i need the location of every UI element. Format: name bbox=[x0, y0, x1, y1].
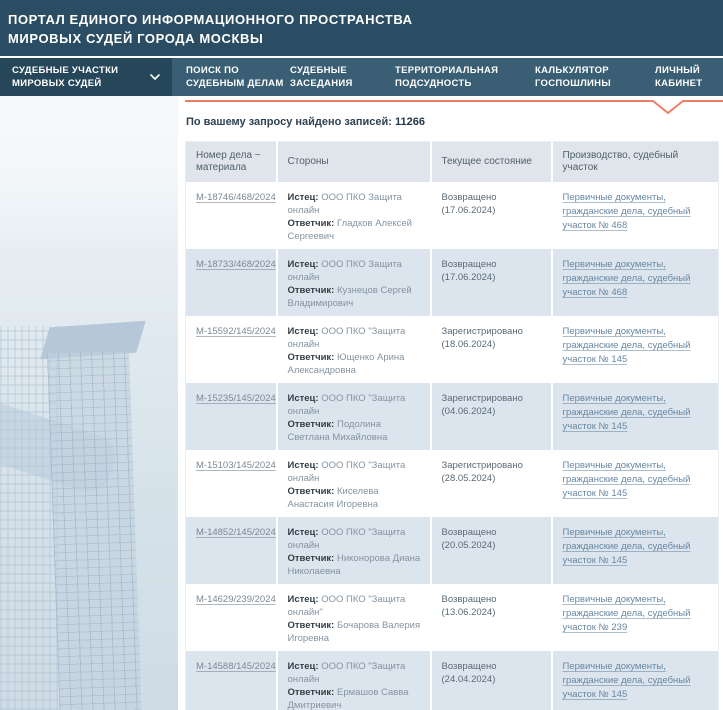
nav-item-label: СУДЕБНЫЕ ЗАСЕДАНИЯ bbox=[290, 64, 362, 90]
plaintiff-label: Истец: bbox=[288, 326, 319, 337]
plaintiff-label: Истец: bbox=[288, 460, 319, 471]
case-number-link[interactable]: М-15103/145/2024 bbox=[196, 460, 276, 471]
defendant-label: Ответчик: bbox=[288, 419, 335, 430]
defendant-label: Ответчик: bbox=[288, 620, 335, 631]
haze-overlay bbox=[0, 96, 178, 246]
nav-item-label: КАЛЬКУЛЯТОР ГОСПОШЛИНЫ bbox=[535, 64, 617, 90]
nav-item-label: ПОИСК ПО СУДЕБНЫМ ДЕЛАМ bbox=[186, 64, 286, 90]
defendant-label: Ответчик: bbox=[288, 553, 335, 564]
case-number-link[interactable]: М-14629/239/2024 bbox=[196, 594, 276, 605]
column-header-status: Текущее состояние bbox=[431, 142, 552, 182]
case-status: Возвращено (17.06.2024) bbox=[442, 259, 497, 283]
production-link[interactable]: Первичные документы, гражданские дела, с… bbox=[563, 392, 711, 434]
defendant-label: Ответчик: bbox=[288, 687, 335, 698]
table-row: М-14629/239/2024Истец: ООО ПКО "Защита о… bbox=[186, 584, 719, 651]
table-row: М-18733/468/2024Истец: ООО ПКО Защита он… bbox=[186, 249, 719, 316]
plaintiff-label: Истец: bbox=[288, 594, 319, 605]
table-row: М-18746/468/2024Истец: ООО ПКО Защита он… bbox=[186, 182, 719, 249]
case-status: Зарегистрировано (28.05.2024) bbox=[442, 460, 523, 484]
site-title-line1: ПОРТАЛ ЕДИНОГО ИНФОРМАЦИОННОГО ПРОСТРАНС… bbox=[8, 10, 713, 29]
case-status: Возвращено (24.04.2024) bbox=[442, 661, 497, 685]
column-header-parties: Стороны bbox=[277, 142, 431, 182]
case-number-link[interactable]: М-14852/145/2024 bbox=[196, 527, 276, 538]
case-status: Зарегистрировано (18.06.2024) bbox=[442, 326, 523, 350]
plaintiff-label: Истец: bbox=[288, 527, 319, 538]
defendant-label: Ответчик: bbox=[288, 486, 335, 497]
plaintiff-label: Истец: bbox=[288, 259, 319, 270]
nav-active-underline bbox=[185, 99, 723, 115]
skyscraper-shape bbox=[47, 351, 143, 710]
cases-table: Номер дела ~ материала Стороны Текущее с… bbox=[185, 141, 719, 710]
table-row: М-15592/145/2024Истец: ООО ПКО "Защита о… bbox=[186, 316, 719, 383]
case-number-link[interactable]: М-18733/468/2024 bbox=[196, 259, 276, 270]
nav-item-label: СУДЕБНЫЕ УЧАСТКИ МИРОВЫХ СУДЕЙ bbox=[12, 64, 124, 90]
production-link[interactable]: Первичные документы, гражданские дела, с… bbox=[563, 526, 711, 568]
defendant-label: Ответчик: bbox=[288, 218, 335, 229]
results-count-label: По вашему запросу найдено записей: bbox=[186, 116, 392, 128]
nav-item-territorialnaya-podsudnost[interactable]: ТЕРРИТОРИАЛЬНАЯ ПОДСУДНОСТЬ bbox=[395, 58, 495, 96]
cases-table-body: М-18746/468/2024Истец: ООО ПКО Защита он… bbox=[186, 182, 719, 710]
defendant-label: Ответчик: bbox=[288, 285, 335, 296]
column-header-production: Производство, судебный участок bbox=[552, 142, 719, 182]
site-header: ПОРТАЛ ЕДИНОГО ИНФОРМАЦИОННОГО ПРОСТРАНС… bbox=[0, 0, 723, 58]
table-row: М-15235/145/2024Истец: ООО ПКО "Защита о… bbox=[186, 383, 719, 450]
main-nav: СУДЕБНЫЕ УЧАСТКИ МИРОВЫХ СУДЕЙ ПОИСК ПО … bbox=[0, 58, 723, 96]
results-count-value: 11266 bbox=[395, 116, 425, 128]
production-link[interactable]: Первичные документы, гражданские дела, с… bbox=[563, 459, 711, 501]
production-link[interactable]: Первичные документы, гражданские дела, с… bbox=[563, 660, 711, 702]
nav-item-sudebnye-uchastki[interactable]: СУДЕБНЫЕ УЧАСТКИ МИРОВЫХ СУДЕЙ bbox=[0, 58, 172, 96]
case-status: Зарегистрировано (04.06.2024) bbox=[442, 393, 523, 417]
table-row: М-14588/145/2024Истец: ООО ПКО "Защита о… bbox=[186, 651, 719, 710]
production-link[interactable]: Первичные документы, гражданские дела, с… bbox=[563, 325, 711, 367]
page: ПОРТАЛ ЕДИНОГО ИНФОРМАЦИОННОГО ПРОСТРАНС… bbox=[0, 0, 723, 710]
nav-item-sudebnye-zasedaniya[interactable]: СУДЕБНЫЕ ЗАСЕДАНИЯ bbox=[290, 58, 362, 96]
table-row: М-14852/145/2024Истец: ООО ПКО "Защита о… bbox=[186, 517, 719, 584]
site-title-line2: МИРОВЫХ СУДЕЙ ГОРОДА МОСКВЫ bbox=[8, 29, 713, 48]
cases-table-head: Номер дела ~ материала Стороны Текущее с… bbox=[186, 142, 719, 182]
case-number-link[interactable]: М-15235/145/2024 bbox=[196, 393, 276, 404]
results-count: По вашему запросу найдено записей: 11266 bbox=[186, 116, 425, 128]
nav-item-kalkulyator-gosposhliny[interactable]: КАЛЬКУЛЯТОР ГОСПОШЛИНЫ bbox=[535, 58, 617, 96]
production-link[interactable]: Первичные документы, гражданские дела, с… bbox=[563, 258, 711, 300]
city-background-photo bbox=[0, 96, 178, 710]
column-header-case-number: Номер дела ~ материала bbox=[186, 142, 277, 182]
nav-item-lichnyj-kabinet[interactable]: ЛИЧНЫЙ КАБИНЕТ bbox=[655, 58, 711, 96]
plaintiff-label: Истец: bbox=[288, 393, 319, 404]
case-status: Возвращено (20.05.2024) bbox=[442, 527, 497, 551]
production-link[interactable]: Первичные документы, гражданские дела, с… bbox=[563, 191, 711, 233]
plaintiff-label: Истец: bbox=[288, 192, 319, 203]
nav-item-poisk-po-delam[interactable]: ПОИСК ПО СУДЕБНЫМ ДЕЛАМ bbox=[186, 58, 286, 96]
production-link[interactable]: Первичные документы, гражданские дела, с… bbox=[563, 593, 711, 635]
case-status: Возвращено (13.06.2024) bbox=[442, 594, 497, 618]
case-number-link[interactable]: М-18746/468/2024 bbox=[196, 192, 276, 203]
defendant-label: Ответчик: bbox=[288, 352, 335, 363]
case-number-link[interactable]: М-15592/145/2024 bbox=[196, 326, 276, 337]
table-row: М-15103/145/2024Истец: ООО ПКО "Защита о… bbox=[186, 450, 719, 517]
nav-item-label: ТЕРРИТОРИАЛЬНАЯ ПОДСУДНОСТЬ bbox=[395, 64, 498, 90]
nav-item-label: ЛИЧНЫЙ КАБИНЕТ bbox=[655, 64, 711, 90]
chevron-down-icon bbox=[150, 74, 160, 80]
site-title: ПОРТАЛ ЕДИНОГО ИНФОРМАЦИОННОГО ПРОСТРАНС… bbox=[8, 10, 713, 48]
case-number-link[interactable]: М-14588/145/2024 bbox=[196, 661, 276, 672]
case-status: Возвращено (17.06.2024) bbox=[442, 192, 497, 216]
plaintiff-label: Истец: bbox=[288, 661, 319, 672]
